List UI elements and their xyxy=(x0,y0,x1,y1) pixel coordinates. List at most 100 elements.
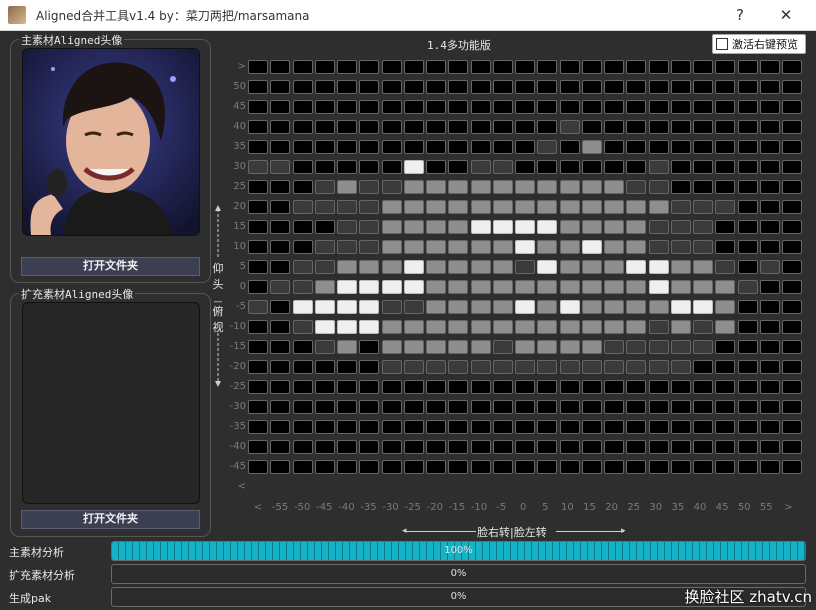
grid-cell[interactable] xyxy=(604,180,624,194)
grid-cell[interactable] xyxy=(782,140,802,154)
grid-cell[interactable] xyxy=(670,140,691,154)
grid-cell[interactable] xyxy=(670,220,691,234)
grid-cell[interactable] xyxy=(426,120,446,134)
grid-cell[interactable] xyxy=(648,140,669,154)
grid-cell[interactable] xyxy=(448,280,469,294)
grid-cell[interactable] xyxy=(782,120,802,134)
grid-cell[interactable] xyxy=(337,460,357,474)
grid-cell[interactable] xyxy=(292,180,313,194)
grid-cell[interactable] xyxy=(381,340,402,354)
grid-cell[interactable] xyxy=(448,140,469,154)
grid-cell[interactable] xyxy=(248,200,268,214)
grid-cell[interactable] xyxy=(359,380,380,394)
grid-cell[interactable] xyxy=(782,180,802,194)
grid-cell[interactable] xyxy=(604,300,624,314)
grid-cell[interactable] xyxy=(470,380,491,394)
grid-cell[interactable] xyxy=(693,280,713,294)
grid-cell[interactable] xyxy=(715,240,736,254)
grid-cell[interactable] xyxy=(270,400,291,414)
grid-cell[interactable] xyxy=(782,240,802,254)
grid-cell[interactable] xyxy=(537,100,558,114)
grid-cell[interactable] xyxy=(292,220,313,234)
grid-cell[interactable] xyxy=(314,380,335,394)
grid-cell[interactable] xyxy=(693,320,713,334)
grid-cell[interactable] xyxy=(314,440,335,454)
grid-cell[interactable] xyxy=(559,420,580,434)
grid-cell[interactable] xyxy=(670,60,691,74)
grid-cell[interactable] xyxy=(314,320,335,334)
grid-cell[interactable] xyxy=(626,340,647,354)
grid-cell[interactable] xyxy=(581,220,602,234)
grid-cell[interactable] xyxy=(426,340,446,354)
grid-cell[interactable] xyxy=(559,440,580,454)
grid-cell[interactable] xyxy=(426,240,446,254)
grid-cell[interactable] xyxy=(715,140,736,154)
grid-cell[interactable] xyxy=(693,440,713,454)
grid-cell[interactable] xyxy=(737,160,758,174)
grid-cell[interactable] xyxy=(403,360,424,374)
grid-cell[interactable] xyxy=(248,460,268,474)
grid-cell[interactable] xyxy=(670,460,691,474)
grid-cell[interactable] xyxy=(782,320,802,334)
grid-cell[interactable] xyxy=(648,360,669,374)
grid-cell[interactable] xyxy=(381,60,402,74)
grid-cell[interactable] xyxy=(581,240,602,254)
grid-cell[interactable] xyxy=(737,420,758,434)
grid-cell[interactable] xyxy=(381,220,402,234)
grid-cell[interactable] xyxy=(381,180,402,194)
grid-cell[interactable] xyxy=(470,400,491,414)
grid-cell[interactable] xyxy=(403,240,424,254)
grid-cell[interactable] xyxy=(426,400,446,414)
grid-cell[interactable] xyxy=(581,60,602,74)
grid-cell[interactable] xyxy=(270,380,291,394)
grid-cell[interactable] xyxy=(648,340,669,354)
grid-cell[interactable] xyxy=(670,80,691,94)
grid-cell[interactable] xyxy=(604,60,624,74)
grid-cell[interactable] xyxy=(559,160,580,174)
grid-cell[interactable] xyxy=(715,420,736,434)
grid-cell[interactable] xyxy=(559,100,580,114)
grid-cell[interactable] xyxy=(359,320,380,334)
grid-cell[interactable] xyxy=(403,380,424,394)
grid-cell[interactable] xyxy=(314,400,335,414)
grid-cell[interactable] xyxy=(337,380,357,394)
grid-cell[interactable] xyxy=(581,120,602,134)
grid-cell[interactable] xyxy=(515,460,535,474)
grid-cell[interactable] xyxy=(715,320,736,334)
grid-cell[interactable] xyxy=(426,380,446,394)
grid-cell[interactable] xyxy=(759,260,780,274)
grid-cell[interactable] xyxy=(292,140,313,154)
grid-cell[interactable] xyxy=(737,360,758,374)
grid-cell[interactable] xyxy=(648,460,669,474)
grid-cell[interactable] xyxy=(759,60,780,74)
grid-cell[interactable] xyxy=(693,140,713,154)
grid-cell[interactable] xyxy=(470,160,491,174)
grid-cell[interactable] xyxy=(537,300,558,314)
grid-cell[interactable] xyxy=(581,280,602,294)
grid-cell[interactable] xyxy=(715,400,736,414)
grid-cell[interactable] xyxy=(715,300,736,314)
grid-cell[interactable] xyxy=(381,460,402,474)
grid-cell[interactable] xyxy=(403,100,424,114)
grid-cell[interactable] xyxy=(515,280,535,294)
grid-cell[interactable] xyxy=(426,140,446,154)
grid-cell[interactable] xyxy=(292,440,313,454)
grid-cell[interactable] xyxy=(470,240,491,254)
grid-cell[interactable] xyxy=(426,260,446,274)
grid-cell[interactable] xyxy=(448,380,469,394)
grid-cell[interactable] xyxy=(337,260,357,274)
grid-cell[interactable] xyxy=(648,120,669,134)
grid-cell[interactable] xyxy=(715,360,736,374)
grid-cell[interactable] xyxy=(604,420,624,434)
grid-cell[interactable] xyxy=(737,100,758,114)
grid-cell[interactable] xyxy=(270,320,291,334)
grid-cell[interactable] xyxy=(426,280,446,294)
grid-cell[interactable] xyxy=(604,160,624,174)
grid-cell[interactable] xyxy=(626,160,647,174)
grid-cell[interactable] xyxy=(670,160,691,174)
grid-cell[interactable] xyxy=(559,340,580,354)
grid-cell[interactable] xyxy=(515,260,535,274)
grid-cell[interactable] xyxy=(782,460,802,474)
grid-cell[interactable] xyxy=(604,360,624,374)
grid-cell[interactable] xyxy=(626,300,647,314)
